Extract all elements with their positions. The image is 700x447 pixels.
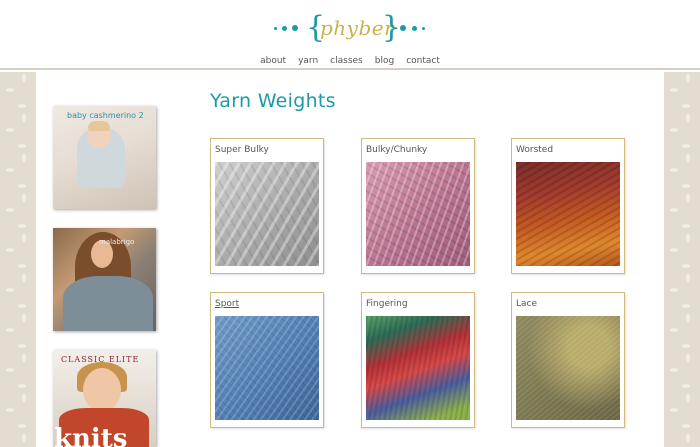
nav-blog[interactable]: blog [375,56,394,66]
book-title: baby cashmerino 2 [67,111,144,120]
logo-dot-icon [282,26,287,31]
logo-dot-icon [412,26,417,31]
nav-contact[interactable]: contact [406,56,440,66]
book-cover-malabrigo[interactable]: malabrigo [53,228,156,331]
yarn-card-label[interactable]: Sport [215,299,239,309]
logo-dot-icon [274,27,277,30]
yarn-swatch-image[interactable] [516,316,620,420]
yarn-swatch-image[interactable] [215,316,319,420]
book-cover-baby-cashmerino[interactable]: baby cashmerino 2 [53,106,156,209]
yarn-card-super-bulky[interactable]: Super Bulky [210,138,324,274]
yarn-card-sport[interactable]: Sport [210,292,324,428]
yarn-card-label: Worsted [516,145,554,155]
book-photo [83,368,121,412]
site-logo[interactable]: { phyber } [272,10,430,47]
left-leaf-pattern [0,72,36,447]
yarn-swatch-image[interactable] [215,162,319,266]
main-nav: about yarn classes blog contact [0,56,700,70]
yarn-card-lace[interactable]: Lace [511,292,625,428]
logo-dot-icon [422,27,425,30]
site-header: { phyber } about yarn classes blog conta… [0,0,700,70]
logo-dot-icon [292,25,298,31]
yarn-card-label: Lace [516,299,538,309]
logo-brace-right-icon: } [382,10,402,45]
book-cover-classic-elite[interactable]: CLASSIC ELITE knits [53,350,156,447]
yarn-card-fingering[interactable]: Fingering [361,292,475,428]
nav-classes[interactable]: classes [330,56,363,66]
book-title: malabrigo [99,238,135,246]
yarn-card-worsted[interactable]: Worsted [511,138,625,274]
yarn-swatch-image[interactable] [516,162,620,266]
yarn-card-label: Fingering [366,299,408,309]
yarn-card-label: Super Bulky [215,145,269,155]
book-photo [88,121,110,131]
book-photo [63,276,153,331]
logo-wordmark: phyber [320,16,395,40]
yarn-swatch-image[interactable] [366,316,470,420]
yarn-card-bulky-chunky[interactable]: Bulky/Chunky [361,138,475,274]
nav-yarn[interactable]: yarn [298,56,318,66]
right-leaf-pattern [664,72,700,447]
page-title: Yarn Weights [210,90,336,112]
book-subtitle: knits [54,424,128,447]
logo-dot-icon [400,25,406,31]
nav-about[interactable]: about [260,56,286,66]
yarn-card-label: Bulky/Chunky [366,145,428,155]
yarn-swatch-image[interactable] [366,162,470,266]
